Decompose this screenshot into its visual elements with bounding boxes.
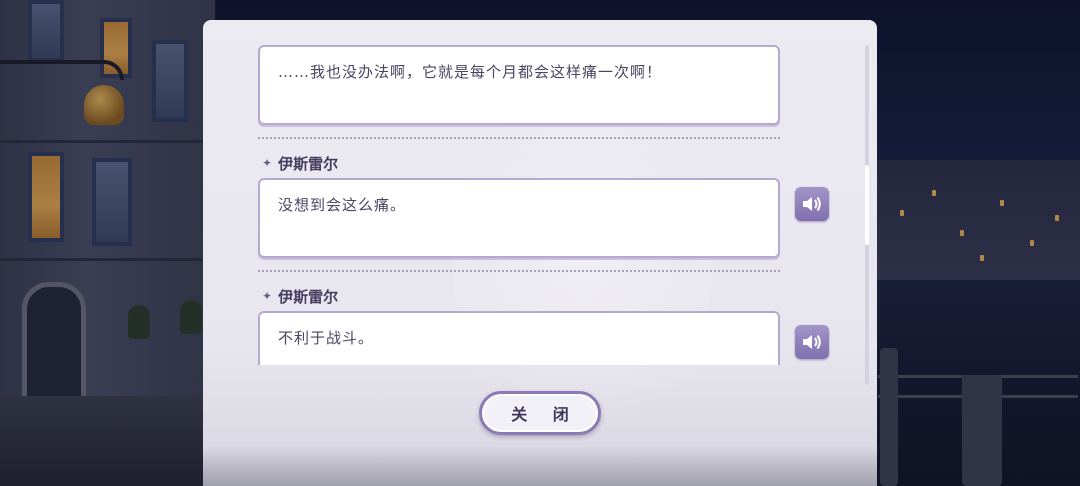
speaker-name-row: ✦ 伊斯雷尔 — [258, 152, 788, 174]
speaker-icon — [803, 334, 821, 350]
speaker-name-row: ✦ 伊斯雷尔 — [258, 285, 788, 307]
log-scrollbar[interactable] — [865, 45, 869, 385]
dialog-log-panel: ……我也没办法啊，它就是每个月都会这样痛一次啊！ ✦ 伊斯雷尔 没想到会这么痛。… — [203, 20, 877, 486]
dialog-text: ……我也没办法啊，它就是每个月都会这样痛一次啊！ — [278, 63, 663, 81]
speaker-icon — [803, 196, 821, 212]
log-scrollbar-thumb[interactable] — [865, 165, 869, 245]
dialog-text-bubble: 没想到会这么痛。 — [258, 178, 780, 258]
voice-replay-button[interactable] — [795, 187, 829, 221]
dialog-text-bubble: ……我也没办法啊，它就是每个月都会这样痛一次啊！ — [258, 45, 780, 125]
voice-replay-button[interactable] — [795, 325, 829, 359]
dialog-text-bubble: 不利于战斗。 — [258, 311, 780, 365]
entry-divider — [258, 270, 780, 272]
dialog-entry: ✦ 伊斯雷尔 没想到会这么痛。 — [258, 152, 788, 258]
dialog-text: 没想到会这么痛。 — [278, 196, 407, 214]
close-button-label: 关 闭 — [511, 405, 579, 424]
dialog-entry: ……我也没办法啊，它就是每个月都会这样痛一次啊！ — [258, 45, 788, 125]
speaker-name: 伊斯雷尔 — [278, 154, 339, 173]
entry-divider — [258, 137, 780, 139]
dialog-log-list[interactable]: ……我也没办法啊，它就是每个月都会这样痛一次啊！ ✦ 伊斯雷尔 没想到会这么痛。… — [258, 20, 788, 365]
dialog-text: 不利于战斗。 — [278, 329, 375, 347]
dialog-entry: ✦ 伊斯雷尔 不利于战斗。 — [258, 285, 788, 365]
speaker-name: 伊斯雷尔 — [278, 287, 339, 306]
four-point-star-icon: ✦ — [262, 156, 273, 170]
close-button[interactable]: 关 闭 — [479, 391, 601, 435]
four-point-star-icon: ✦ — [262, 289, 273, 303]
